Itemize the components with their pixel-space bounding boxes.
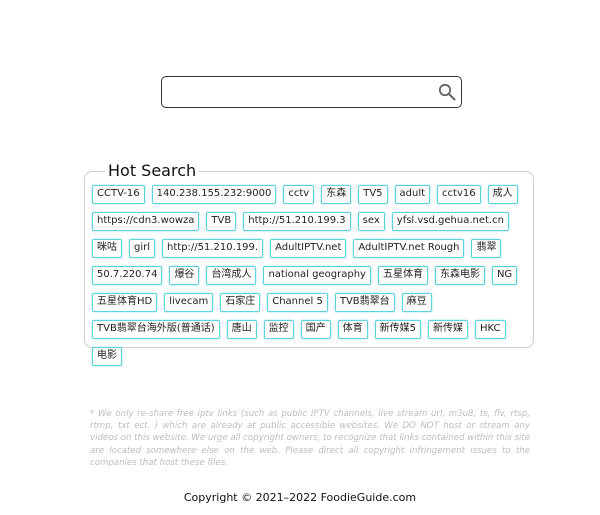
copyright: Copyright © 2021–2022 FoodieGuide.com	[183, 491, 417, 504]
search-box[interactable]	[161, 76, 462, 108]
hot-search-tag[interactable]: 爆谷	[169, 266, 200, 285]
hot-search-tag[interactable]: 新传媒	[428, 320, 468, 339]
hot-search-tag[interactable]: NG	[491, 266, 518, 285]
hot-search-tag[interactable]: TVB	[206, 212, 237, 231]
hot-search-tag[interactable]: 东森	[321, 185, 352, 204]
hot-search-tag[interactable]: 五星体育	[377, 266, 428, 285]
hot-search-tag[interactable]: AdultIPTV.net Rough	[353, 239, 465, 258]
hot-search-tag[interactable]: 石家庄	[220, 293, 261, 312]
hot-search-tag[interactable]: http://51.210.199.3	[243, 212, 351, 231]
hot-search-tag[interactable]: TVB翡翠台	[334, 293, 395, 312]
hot-search-tag[interactable]: CCTV-16	[92, 185, 145, 204]
hot-search-tag[interactable]: 50.7.220.74	[92, 266, 163, 285]
hot-search-tag[interactable]: adult	[394, 185, 431, 204]
hot-search-tag[interactable]: girl	[129, 239, 156, 258]
hot-search-tag[interactable]: 国产	[300, 320, 331, 339]
hot-search-tag[interactable]: 咪咕	[92, 239, 122, 258]
search-input[interactable]	[168, 81, 428, 103]
search-icon[interactable]	[438, 83, 456, 101]
hot-search-tag[interactable]: 新传媒5	[374, 320, 421, 339]
hot-search-tags: CCTV-16 140.238.155.232:9000 cctv 东森 TV5 adul…	[92, 185, 532, 366]
hot-search-tag[interactable]: TV5	[358, 185, 388, 204]
hot-search-tag[interactable]: livecam	[164, 293, 214, 312]
hot-search-tag[interactable]: yfsl.vsd.gehua.net.cn	[391, 212, 509, 231]
hot-search-tag[interactable]: 140.238.155.232:9000	[151, 185, 277, 204]
disclaimer: * We only re-share free iptv links (such…	[90, 409, 530, 468]
hot-search-tag[interactable]: cctv	[283, 185, 315, 204]
hot-search-tag[interactable]: cctv16	[437, 185, 481, 204]
hot-search-tag[interactable]: sex	[357, 212, 385, 231]
hot-search-tag[interactable]: 体育	[337, 320, 368, 339]
hot-search-tag[interactable]: TVB翡翠台海外版(普通话)	[92, 320, 220, 339]
hot-search-tag[interactable]: 翡翠	[471, 239, 502, 258]
hot-search-title: Hot Search	[108, 161, 197, 180]
hot-search-tag[interactable]: 五星体育HD	[92, 293, 158, 312]
hot-search-tag[interactable]: AdultIPTV.net	[270, 239, 347, 258]
hot-search-tag[interactable]: 成人	[487, 185, 518, 204]
hot-search-tag[interactable]: national geography	[263, 266, 371, 285]
hot-search-tag[interactable]: 东森电影	[434, 266, 485, 285]
hot-search-tag[interactable]: 电影	[92, 347, 122, 366]
hot-search-tag[interactable]: HKC	[475, 320, 506, 339]
hot-search-tag[interactable]: 台湾成人	[206, 266, 257, 285]
hot-search-tag[interactable]: 麻豆	[401, 293, 432, 312]
hot-search-tag[interactable]: 监控	[263, 320, 294, 339]
hot-search-tag[interactable]: Channel 5	[267, 293, 328, 312]
hot-search-tag[interactable]: http://51.210.199.	[162, 239, 264, 258]
hot-search-tag[interactable]: 唐山	[226, 320, 257, 339]
hot-search-tag[interactable]: https://cdn3.wowza	[92, 212, 200, 231]
